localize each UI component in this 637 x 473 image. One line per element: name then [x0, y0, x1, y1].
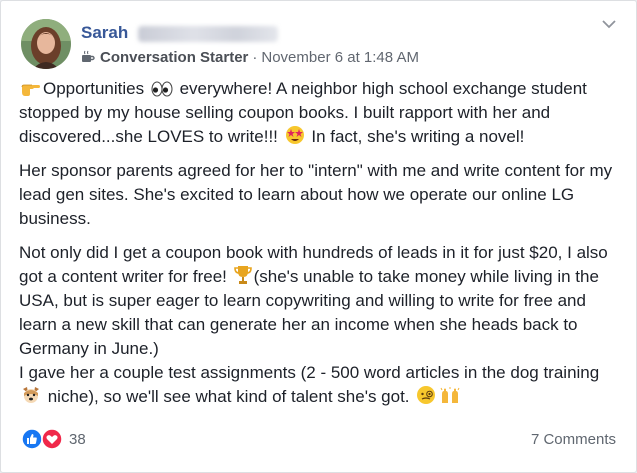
monocle-face-icon — [417, 386, 436, 404]
pointing-hand-icon — [21, 84, 40, 96]
dog-face-icon — [23, 387, 39, 403]
author-row: Sarah — [81, 23, 279, 45]
post-card: Sarah Conversation Starter · November 6 at… — [0, 0, 637, 473]
redacted-last-name — [138, 25, 279, 42]
post-meta: Conversation Starter · November 6 at 1:48 … — [81, 49, 419, 69]
paragraph-3-text-c: I gave her a couple test assignments (2 … — [19, 363, 600, 382]
paragraph-1-text-c: In fact, she's writing a novel! — [306, 127, 525, 146]
profile-photo — [21, 19, 71, 69]
avatar[interactable] — [21, 19, 71, 69]
like-icon — [21, 428, 43, 450]
reaction-count[interactable]: 38 — [69, 431, 86, 448]
star-struck-icon — [285, 126, 304, 144]
paragraph-2: Her sponsor parents agreed for her to "i… — [19, 161, 613, 228]
paragraph-1: Opportunities everywhere! A neighbor hig… — [19, 77, 624, 149]
paragraph-1-text-a: Opportunities — [43, 79, 149, 98]
coffee-cup-icon — [82, 50, 95, 62]
meta-separator: · — [252, 49, 258, 66]
badge-label: Conversation Starter — [100, 49, 249, 66]
love-icon — [41, 428, 63, 450]
author-name[interactable]: Sarah — [81, 23, 128, 42]
trophy-icon — [233, 266, 252, 284]
eyes-icon — [151, 81, 173, 97]
post-timestamp[interactable]: November 6 at 1:48 AM — [261, 49, 419, 66]
raised-hands-icon — [440, 387, 460, 403]
paragraph-3: Not only did I get a coupon book with hu… — [19, 241, 624, 409]
post-body: Opportunities everywhere! A neighbor hig… — [19, 77, 624, 409]
comments-count-link[interactable]: 7 Comments — [531, 431, 616, 448]
paragraph-3-text-d: niche), so we'll see what kind of talent… — [43, 387, 415, 406]
chevron-down-icon[interactable] — [602, 19, 616, 29]
